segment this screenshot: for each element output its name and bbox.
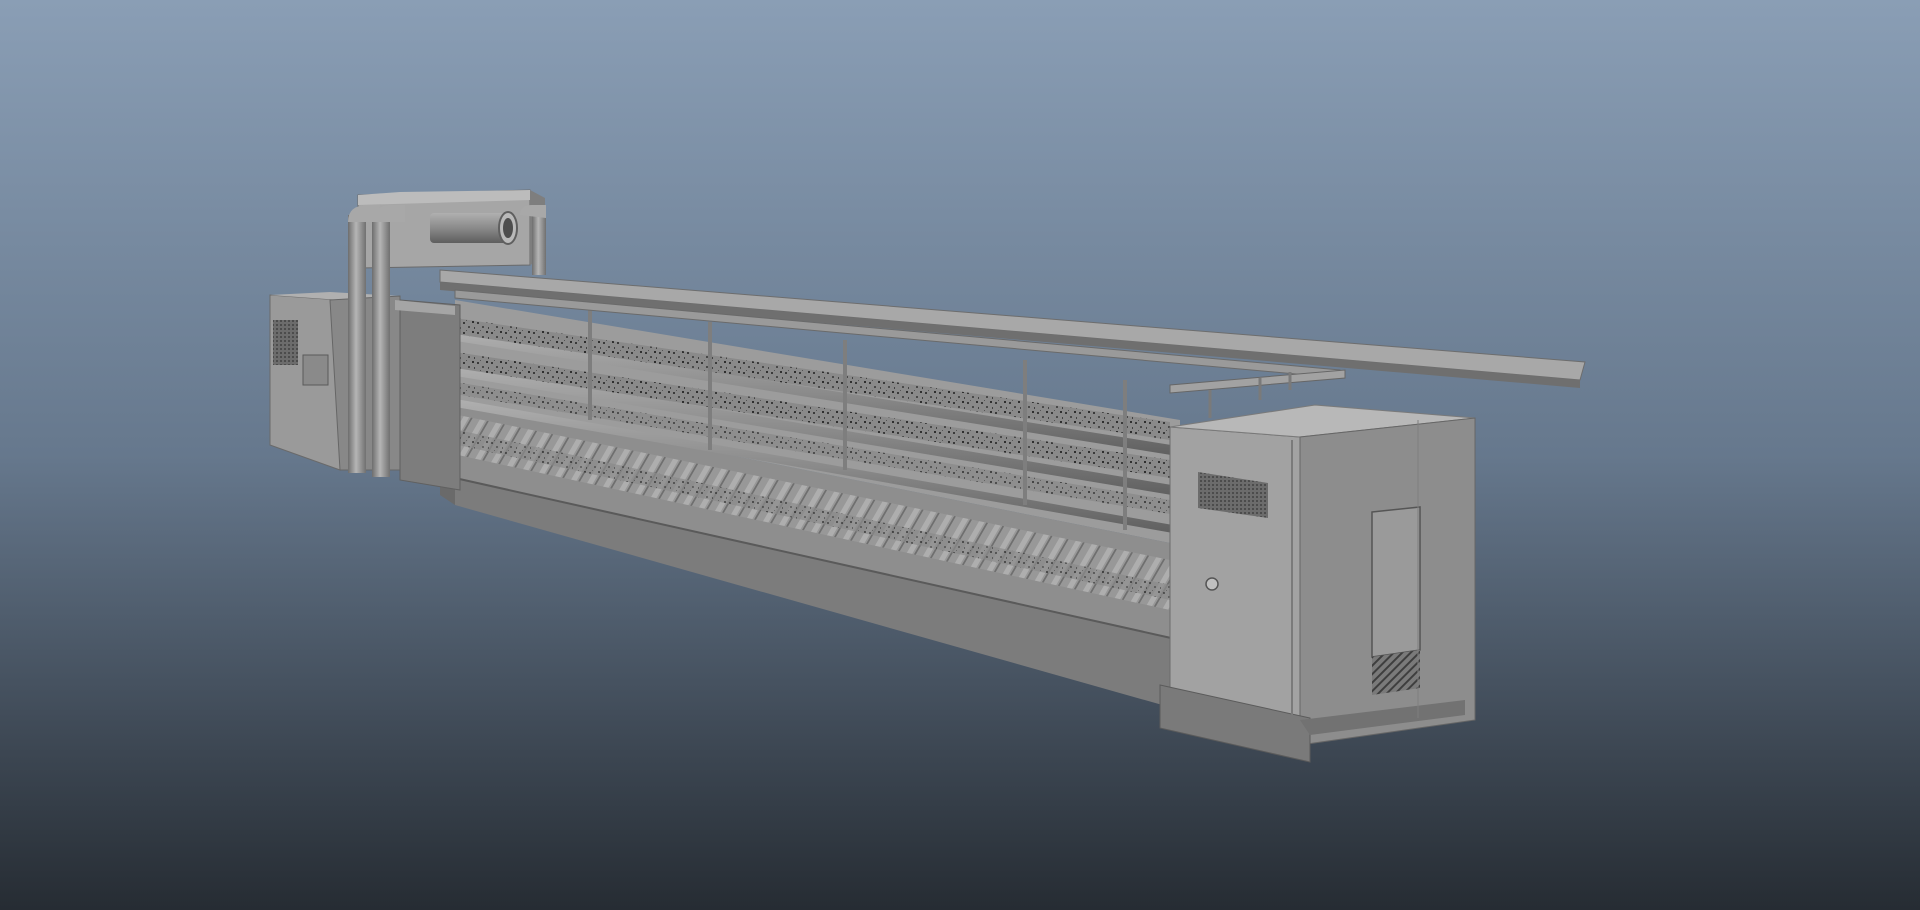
vent-grille — [1372, 650, 1420, 695]
control-panel[interactable] — [302, 354, 329, 386]
access-door[interactable] — [1371, 506, 1421, 658]
viewport-canvas[interactable] — [0, 0, 1920, 910]
end-cabinet[interactable] — [1159, 404, 1476, 763]
3d-viewport[interactable] — [0, 0, 1920, 910]
vent-grille — [273, 320, 298, 365]
cabinet-knob[interactable] — [1205, 577, 1219, 591]
